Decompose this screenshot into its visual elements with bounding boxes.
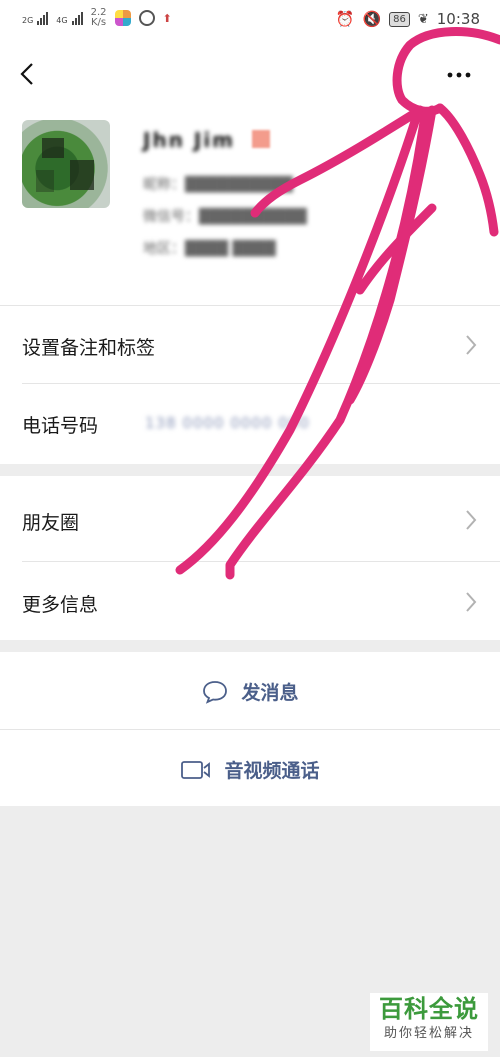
app-notification-icon: [138, 10, 155, 26]
more-info-row[interactable]: 更多信息: [0, 562, 500, 640]
send-message-label: 发消息: [241, 682, 299, 704]
signal-icon: [37, 11, 49, 25]
more-options-button[interactable]: [440, 58, 480, 92]
chevron-right-icon: [466, 510, 477, 530]
profile-card: Jhn Jim 昵称：██████████ 微信号：██████████ 地区：…: [0, 108, 500, 306]
chevron-right-icon: [466, 335, 477, 355]
app-notification-icon: [114, 10, 131, 26]
avatar[interactable]: [22, 120, 110, 208]
leaf-icon: ❦: [417, 11, 429, 27]
watermark-logo: 百科全说 助你轻松解决: [370, 993, 488, 1051]
send-message-button[interactable]: 发消息: [0, 652, 500, 730]
profile-region: 地区：████ ████: [143, 241, 276, 257]
status-bar: 2G 4G 2.2 K/s ⬆ ⏰ 🔇 86 ❦ 10:38: [0, 0, 500, 44]
gender-badge: [252, 130, 270, 148]
network-type-2: 4G: [56, 16, 68, 25]
phone-value[interactable]: 138 0000 0000 000: [145, 414, 310, 432]
chevron-left-icon: [20, 63, 33, 85]
network-speed: 2.2 K/s: [91, 8, 107, 28]
phone-row: 电话号码 138 0000 0000 000: [0, 384, 500, 464]
battery-indicator: 86: [389, 11, 410, 27]
set-remark-label: 设置备注和标签: [22, 337, 156, 359]
more-info-label: 更多信息: [22, 594, 99, 616]
moments-row[interactable]: 朋友圈: [0, 476, 500, 562]
profile-nickname: 昵称：██████████: [143, 177, 293, 193]
nav-bar: [0, 44, 500, 108]
back-button[interactable]: [14, 56, 44, 92]
phone-label: 电话号码: [22, 415, 99, 437]
speed-unit: K/s: [90, 17, 107, 28]
av-call-button[interactable]: 音视频通话: [0, 730, 500, 806]
network-type-1: 2G: [22, 16, 34, 25]
set-remark-row[interactable]: 设置备注和标签: [0, 306, 500, 384]
signal-icon: [71, 11, 83, 25]
chevron-right-icon: [466, 592, 477, 612]
more-icon: [447, 72, 471, 78]
moments-label: 朋友圈: [22, 512, 80, 534]
watermark-title: 百科全说: [379, 995, 479, 1023]
alarm-icon: ⏰: [335, 10, 355, 28]
profile-wechat-id: 微信号：██████████: [143, 209, 307, 225]
video-camera-icon: [181, 760, 211, 779]
clock-time: 10:38: [436, 10, 480, 28]
mute-icon: 🔇: [362, 10, 382, 28]
chat-bubble-icon: [203, 680, 228, 704]
av-call-label: 音视频通话: [224, 760, 320, 782]
profile-name: Jhn Jim: [143, 128, 236, 152]
watermark-subtitle: 助你轻松解决: [383, 1026, 474, 1041]
location-icon: ⬆: [162, 11, 172, 25]
